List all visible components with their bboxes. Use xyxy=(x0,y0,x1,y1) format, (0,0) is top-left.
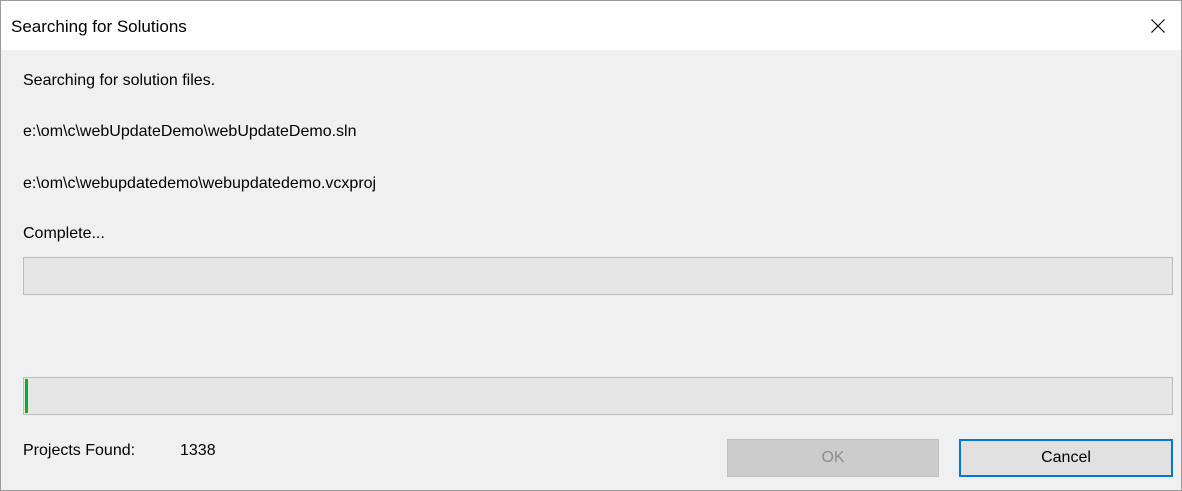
complete-status-text: Complete... xyxy=(23,225,105,242)
current-project-path: e:\om\c\webupdatedemo\webupdatedemo.vcxp… xyxy=(23,175,377,192)
close-icon xyxy=(1151,18,1165,33)
current-file-path: e:\om\c\webUpdateDemo\webUpdateDemo.sln xyxy=(23,123,357,140)
title-bar[interactable]: Searching for Solutions xyxy=(1,1,1181,50)
progress-bar-top xyxy=(23,257,1173,295)
dialog-window: Searching for Solutions Searching for so… xyxy=(0,0,1182,491)
projects-found-count: 1338 xyxy=(180,442,216,459)
cancel-button[interactable]: Cancel xyxy=(959,439,1173,477)
close-button[interactable] xyxy=(1135,1,1181,50)
window-title: Searching for Solutions xyxy=(11,17,187,36)
progress-bar-bottom xyxy=(23,377,1173,415)
status-text: Searching for solution files. xyxy=(23,72,216,89)
ok-button[interactable]: OK xyxy=(727,439,939,477)
projects-found-label: Projects Found: xyxy=(23,442,136,459)
progress-fill-bottom xyxy=(25,379,28,413)
